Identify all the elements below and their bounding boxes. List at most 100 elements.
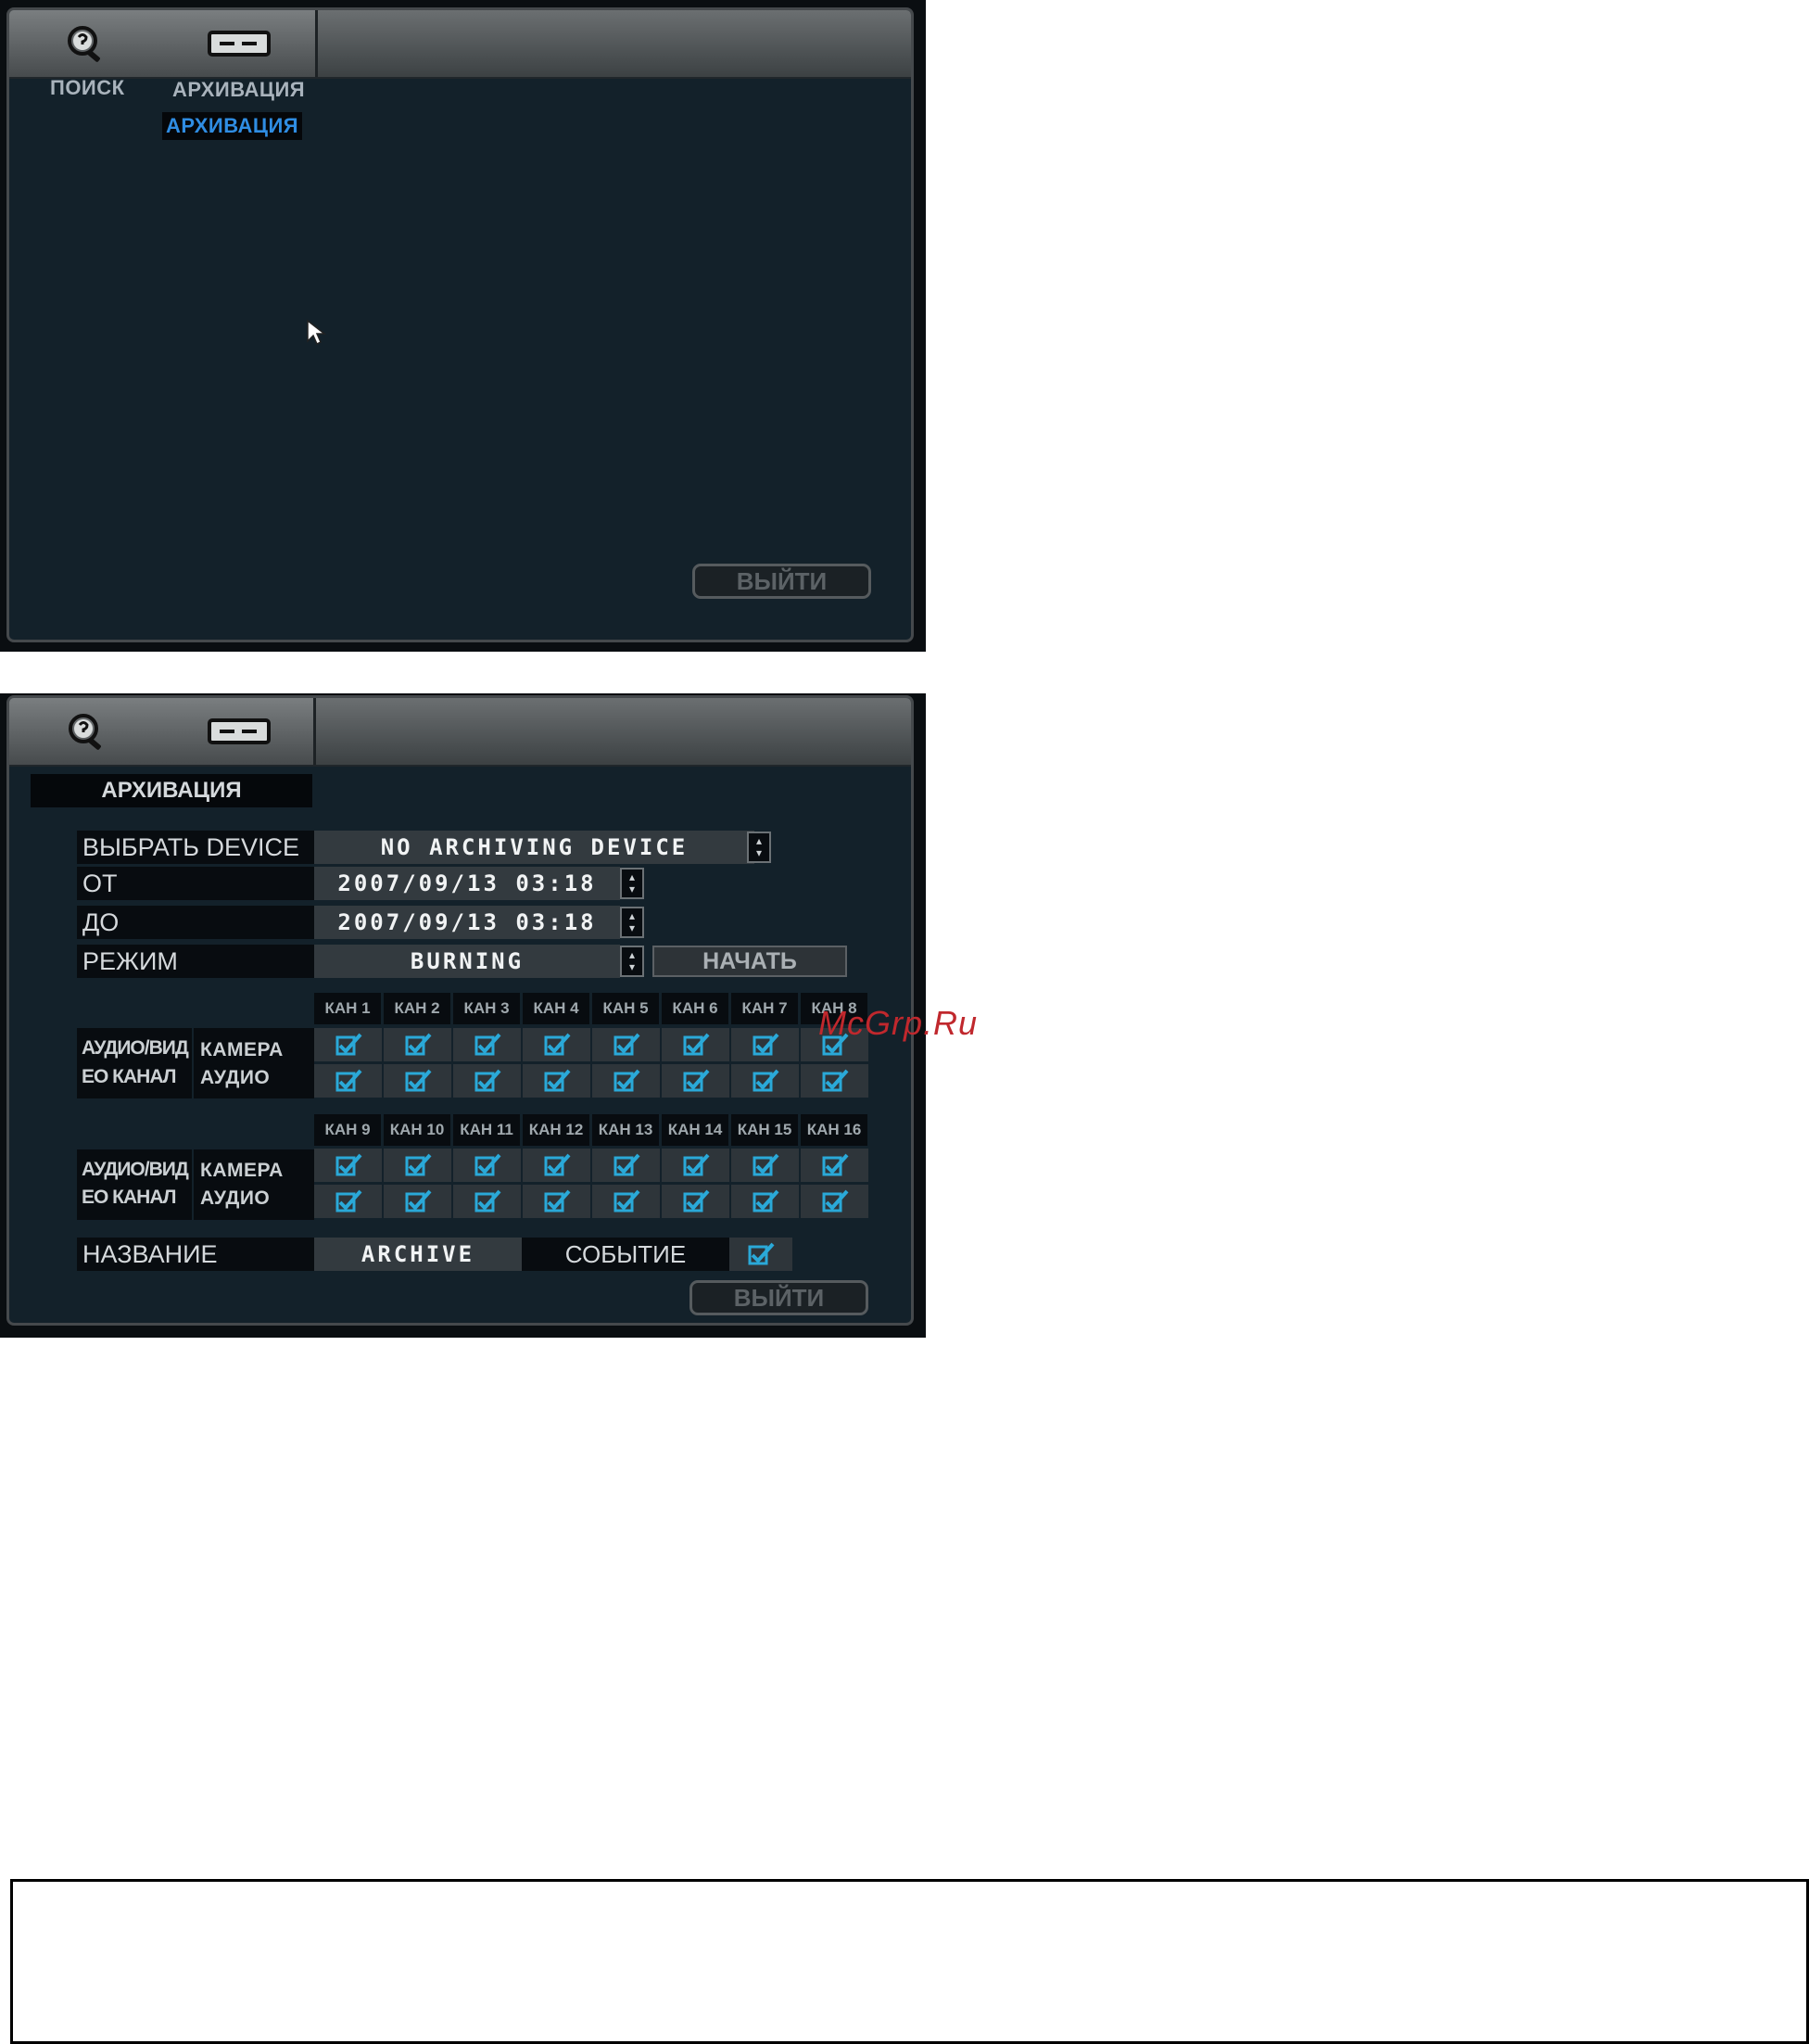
camera-checkbox[interactable]	[314, 1149, 382, 1182]
audio-checkbox[interactable]	[592, 1185, 660, 1218]
exit-button[interactable]: ВЫЙТИ	[689, 1280, 868, 1315]
camera-checkbox[interactable]	[453, 1028, 521, 1061]
audio-checkbox[interactable]	[801, 1064, 868, 1098]
camera-checkbox[interactable]	[662, 1149, 729, 1182]
channel-header: КАН 4	[523, 993, 589, 1024]
checkbox-checked-icon	[614, 1033, 639, 1056]
audio-checkbox[interactable]	[662, 1064, 729, 1098]
camera-checkbox[interactable]	[453, 1149, 521, 1182]
audio-row-label: АУДИО	[200, 1187, 271, 1209]
to-datetime[interactable]: 2007/09/13 03:18	[314, 906, 620, 939]
camera-checkbox[interactable]	[731, 1149, 799, 1182]
camera-checkbox[interactable]	[523, 1028, 590, 1061]
tab-search-label[interactable]: ПОИСК	[50, 76, 125, 100]
checkbox-checked-icon	[683, 1033, 709, 1056]
audio-checkbox[interactable]	[592, 1064, 660, 1098]
checkbox-checked-icon	[335, 1153, 361, 1176]
checkbox-checked-icon	[474, 1153, 500, 1176]
archive-device-icon	[207, 718, 271, 744]
to-spinner[interactable]: ▴ ▾	[620, 907, 644, 938]
channel-header: КАН 3	[453, 993, 520, 1024]
camera-checkbox[interactable]	[314, 1028, 382, 1061]
audio-row-label: АУДИО	[200, 1067, 271, 1088]
exit-button[interactable]: ВЫЙТИ	[692, 564, 871, 599]
camera-checkbox[interactable]	[731, 1028, 799, 1061]
name-label: НАЗВАНИЕ	[77, 1238, 314, 1271]
channel-header: КАН 9	[314, 1114, 381, 1146]
audio-checkbox[interactable]	[731, 1064, 799, 1098]
camera-row-label: КАМЕРА	[200, 1160, 284, 1181]
device-spinner[interactable]: ▴ ▾	[747, 832, 771, 863]
av-channel-label-1: АУДИО/ВИД	[82, 1159, 189, 1180]
footer-box	[10, 1879, 1809, 2044]
event-checkbox[interactable]	[729, 1238, 792, 1271]
checkbox-checked-icon	[614, 1189, 639, 1212]
audio-checkbox[interactable]	[523, 1064, 590, 1098]
submenu-archive-item[interactable]: АРХИВАЦИЯ	[162, 112, 303, 140]
menu-panel: ПОИСК АРХИВАЦИЯ АРХИВАЦИЯ ВЫЙТИ	[6, 7, 914, 642]
tab-archive-label[interactable]: АРХИВАЦИЯ	[172, 78, 305, 102]
audio-checkbox[interactable]	[523, 1185, 590, 1218]
camera-checkbox[interactable]	[592, 1028, 660, 1061]
av-channel-label-2: ЕО КАНАЛ	[82, 1066, 176, 1087]
checkbox-checked-icon	[544, 1153, 570, 1176]
from-spinner[interactable]: ▴ ▾	[620, 868, 644, 899]
checkbox-checked-icon	[474, 1189, 500, 1212]
checkbox-checked-icon	[335, 1069, 361, 1092]
tab-search[interactable]	[9, 698, 167, 765]
checkbox-checked-icon	[335, 1033, 361, 1056]
channel-header: КАН 7	[731, 993, 798, 1024]
from-datetime[interactable]: 2007/09/13 03:18	[314, 867, 620, 900]
audio-checkbox[interactable]	[384, 1185, 451, 1218]
audio-checkbox[interactable]	[314, 1185, 382, 1218]
checkbox-checked-icon	[683, 1189, 709, 1212]
mode-select[interactable]: BURNING	[314, 945, 620, 978]
mode-label: РЕЖИМ	[77, 945, 314, 978]
camera-checkbox[interactable]	[384, 1149, 451, 1182]
channel-header: КАН 15	[731, 1114, 798, 1146]
down-arrow-icon: ▾	[628, 921, 636, 934]
start-button[interactable]: НАЧАТЬ	[652, 946, 847, 977]
tab-bar	[9, 10, 911, 79]
audio-checkbox[interactable]	[453, 1185, 521, 1218]
checkbox-checked-icon	[753, 1069, 778, 1092]
audio-checkbox[interactable]	[662, 1185, 729, 1218]
tab-archive[interactable]	[164, 698, 316, 765]
tab-search[interactable]	[9, 10, 165, 77]
camera-checkbox[interactable]	[523, 1149, 590, 1182]
name-field[interactable]: ARCHIVE	[314, 1238, 522, 1271]
tab-bar	[9, 698, 911, 767]
section-title: АРХИВАЦИЯ	[31, 774, 312, 807]
checkbox-checked-icon	[474, 1033, 500, 1056]
event-label: СОБЫТИЕ	[522, 1238, 729, 1271]
archive-settings-screen: АРХИВАЦИЯ ВЫБРАТЬ DEVICE NO ARCHIVING DE…	[0, 693, 926, 1338]
checkbox-checked-icon	[614, 1069, 639, 1092]
checkbox-checked-icon	[544, 1033, 570, 1056]
device-select[interactable]: NO ARCHIVING DEVICE	[314, 831, 754, 864]
camera-row-label: КАМЕРА	[200, 1039, 284, 1060]
audio-checkbox[interactable]	[453, 1064, 521, 1098]
audio-checkbox[interactable]	[731, 1185, 799, 1218]
channel-header: КАН 6	[662, 993, 728, 1024]
checkbox-checked-icon	[822, 1069, 848, 1092]
down-arrow-icon: ▾	[628, 960, 636, 973]
channel-header: КАН 16	[801, 1114, 867, 1146]
camera-checkbox[interactable]	[592, 1149, 660, 1182]
search-icon	[67, 26, 100, 62]
camera-checkbox[interactable]	[662, 1028, 729, 1061]
down-arrow-icon: ▾	[755, 846, 763, 859]
mode-spinner[interactable]: ▴ ▾	[620, 946, 644, 977]
archive-device-icon	[207, 31, 271, 57]
audio-checkbox[interactable]	[384, 1064, 451, 1098]
camera-checkbox[interactable]	[801, 1149, 868, 1182]
channel-header: КАН 14	[662, 1114, 728, 1146]
tab-archive[interactable]	[162, 10, 318, 77]
camera-checkbox[interactable]	[384, 1028, 451, 1061]
search-icon	[68, 714, 101, 750]
checkbox-checked-icon	[405, 1189, 431, 1212]
to-label: ДО	[77, 906, 314, 939]
down-arrow-icon: ▾	[628, 882, 636, 895]
audio-checkbox[interactable]	[801, 1185, 868, 1218]
audio-checkbox[interactable]	[314, 1064, 382, 1098]
checkbox-checked-icon	[753, 1033, 778, 1056]
